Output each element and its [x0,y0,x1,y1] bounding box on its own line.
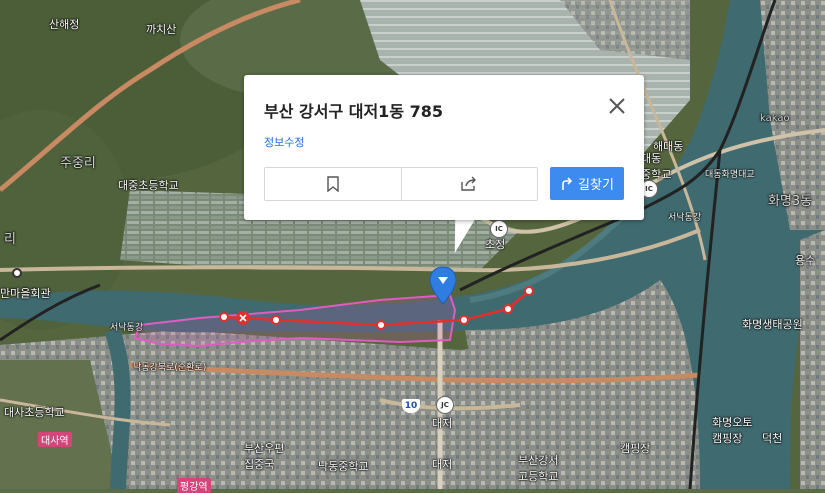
directions-icon [562,176,573,190]
map-label: 서낙동강 [668,213,702,223]
map-label: 리 [4,232,16,247]
poi-marker-icon[interactable] [12,268,22,278]
map-label: 초정 [485,238,506,251]
map-label: 까치산 [146,23,177,36]
edit-info-link[interactable]: 정보수정 [264,134,304,150]
directions-button[interactable]: 길찾기 [550,167,624,200]
map-label: 화명생태공원 [742,318,803,331]
map-label: 대동화명대교 [705,170,755,180]
map-label: 덕천 [762,432,783,445]
path-delete-icon [236,311,250,325]
share-icon [461,176,477,191]
map-label: 대사초등학교 [4,406,65,419]
map-label: 서낙동강 [110,323,144,333]
map-label: 산해정 [49,18,80,31]
map-label: 대저 [432,458,453,471]
map-label: 대저 [432,417,453,430]
popup-action-group [264,167,538,201]
map-label: 용수 [795,254,816,267]
location-pin-icon[interactable] [428,266,458,306]
bookmark-icon [327,176,339,192]
map-watermark: kakao [760,113,790,124]
map-label: 화명3동 [768,194,813,209]
place-address: 부산 강서구 대저1동 785 [264,102,444,121]
map-label: 캠핑장 [620,442,651,455]
route-shield-icon: 10 [402,399,420,413]
map-label: 주중리 [60,156,96,171]
place-info-popup: 부산 강서구 대저1동 785 정보수정 길찾기 [244,75,644,220]
map-label: 화명오토 캠핑장 [712,416,753,445]
map-label: 낙동중학교 [318,460,369,473]
map-label: 해대동 [653,140,684,153]
map-label: 부산강서 고등학교 [518,454,559,483]
station-label[interactable]: 대사역 [38,432,72,447]
map-label: 대동 중학교 [641,152,672,181]
map-label: 대중초등학교 [118,179,179,192]
directions-label: 길찾기 [578,178,614,193]
map-label: 부산우편 집중국 [244,442,285,471]
jc-marker-icon[interactable]: JC [436,396,454,414]
share-button[interactable] [400,168,538,200]
ic-marker-icon[interactable]: IC [490,220,508,238]
bookmark-button[interactable] [265,168,401,200]
map-label: 만마을회관 [0,287,51,300]
map-label: 낙동강북로(순환로) [133,363,207,373]
satellite-map[interactable] [0,0,825,489]
station-label[interactable]: 평강역 [177,478,211,493]
close-icon[interactable] [606,95,628,117]
